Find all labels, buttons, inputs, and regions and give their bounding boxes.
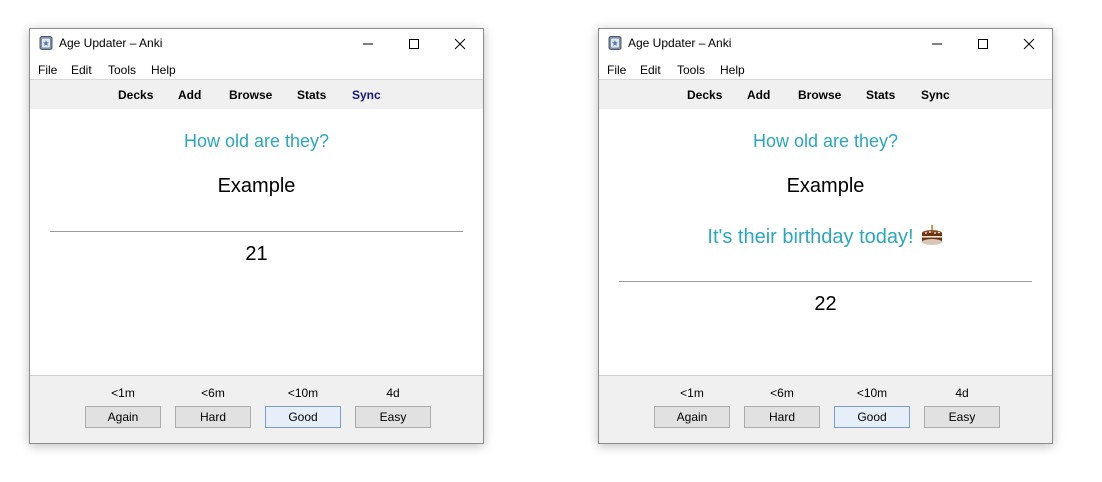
window-title: Age Updater – Anki bbox=[628, 36, 732, 50]
menu-tools[interactable]: Tools bbox=[108, 63, 136, 77]
title-bar[interactable]: Age Updater – Anki bbox=[30, 29, 483, 59]
maximize-icon bbox=[409, 39, 419, 49]
card-view: How old are they? Example 21 bbox=[30, 109, 483, 375]
easy-button[interactable]: Easy bbox=[924, 406, 1000, 428]
card-answer: 21 bbox=[245, 243, 268, 265]
toolbar-sync[interactable]: Sync bbox=[921, 88, 950, 102]
title-bar[interactable]: Age Updater – Anki bbox=[599, 29, 1052, 59]
interval-good: <10m bbox=[856, 386, 888, 400]
cake-icon bbox=[921, 224, 942, 245]
top-toolbar: Decks Add Browse Stats Sync bbox=[30, 79, 483, 110]
menu-file[interactable]: File bbox=[38, 63, 57, 77]
easy-button[interactable]: Easy bbox=[355, 406, 431, 428]
toolbar-browse[interactable]: Browse bbox=[229, 88, 272, 102]
menu-bar: File Edit Tools Help bbox=[30, 60, 483, 79]
anki-window-right: Age Updater – Anki File Edit Tools Help … bbox=[598, 28, 1053, 444]
minimize-icon bbox=[363, 43, 373, 45]
toolbar-browse[interactable]: Browse bbox=[798, 88, 841, 102]
menu-file[interactable]: File bbox=[607, 63, 626, 77]
menu-edit[interactable]: Edit bbox=[71, 63, 92, 77]
anki-window-left: Age Updater – Anki File Edit Tools Help … bbox=[29, 28, 484, 444]
top-toolbar: Decks Add Browse Stats Sync bbox=[599, 79, 1052, 110]
interval-easy: 4d bbox=[386, 386, 400, 400]
birthday-message: It's their birthday today! bbox=[707, 226, 914, 248]
maximize-button[interactable] bbox=[391, 29, 437, 59]
good-button[interactable]: Good bbox=[834, 406, 910, 428]
interval-again: <1m bbox=[680, 386, 704, 400]
anki-app-icon bbox=[39, 36, 53, 50]
menu-bar: File Edit Tools Help bbox=[599, 60, 1052, 79]
toolbar-sync[interactable]: Sync bbox=[352, 88, 381, 102]
card-answer: 22 bbox=[814, 293, 837, 315]
answer-divider bbox=[619, 281, 1032, 282]
toolbar-add[interactable]: Add bbox=[747, 88, 770, 102]
good-button[interactable]: Good bbox=[265, 406, 341, 428]
minimize-button[interactable] bbox=[345, 29, 391, 59]
hard-button[interactable]: Hard bbox=[744, 406, 820, 428]
close-icon bbox=[454, 38, 466, 50]
interval-easy: 4d bbox=[955, 386, 969, 400]
minimize-icon bbox=[932, 43, 942, 45]
toolbar-decks[interactable]: Decks bbox=[687, 88, 722, 102]
window-title: Age Updater – Anki bbox=[59, 36, 163, 50]
answer-divider bbox=[50, 231, 463, 232]
maximize-icon bbox=[978, 39, 988, 49]
card-prompt: How old are they? bbox=[752, 131, 899, 151]
answer-bar: <1m <6m <10m 4d Again Hard Good Easy bbox=[599, 375, 1052, 443]
close-button[interactable] bbox=[1006, 29, 1052, 59]
interval-again: <1m bbox=[111, 386, 135, 400]
menu-help[interactable]: Help bbox=[720, 63, 745, 77]
again-button[interactable]: Again bbox=[85, 406, 161, 428]
interval-good: <10m bbox=[287, 386, 319, 400]
toolbar-decks[interactable]: Decks bbox=[118, 88, 153, 102]
anki-app-icon bbox=[608, 36, 622, 50]
maximize-button[interactable] bbox=[960, 29, 1006, 59]
close-icon bbox=[1023, 38, 1035, 50]
card-prompt: How old are they? bbox=[183, 131, 330, 151]
toolbar-stats[interactable]: Stats bbox=[297, 88, 326, 102]
close-button[interactable] bbox=[437, 29, 483, 59]
card-word: Example bbox=[217, 175, 296, 197]
menu-edit[interactable]: Edit bbox=[640, 63, 661, 77]
interval-hard: <6m bbox=[770, 386, 794, 400]
menu-tools[interactable]: Tools bbox=[677, 63, 705, 77]
toolbar-add[interactable]: Add bbox=[178, 88, 201, 102]
birthday-message-row: It's their birthday today! bbox=[599, 224, 1052, 249]
answer-bar: <1m <6m <10m 4d Again Hard Good Easy bbox=[30, 375, 483, 443]
card-word: Example bbox=[786, 175, 865, 197]
card-view: How old are they? Example It's their bir… bbox=[599, 109, 1052, 375]
hard-button[interactable]: Hard bbox=[175, 406, 251, 428]
interval-hard: <6m bbox=[201, 386, 225, 400]
minimize-button[interactable] bbox=[914, 29, 960, 59]
menu-help[interactable]: Help bbox=[151, 63, 176, 77]
toolbar-stats[interactable]: Stats bbox=[866, 88, 895, 102]
again-button[interactable]: Again bbox=[654, 406, 730, 428]
